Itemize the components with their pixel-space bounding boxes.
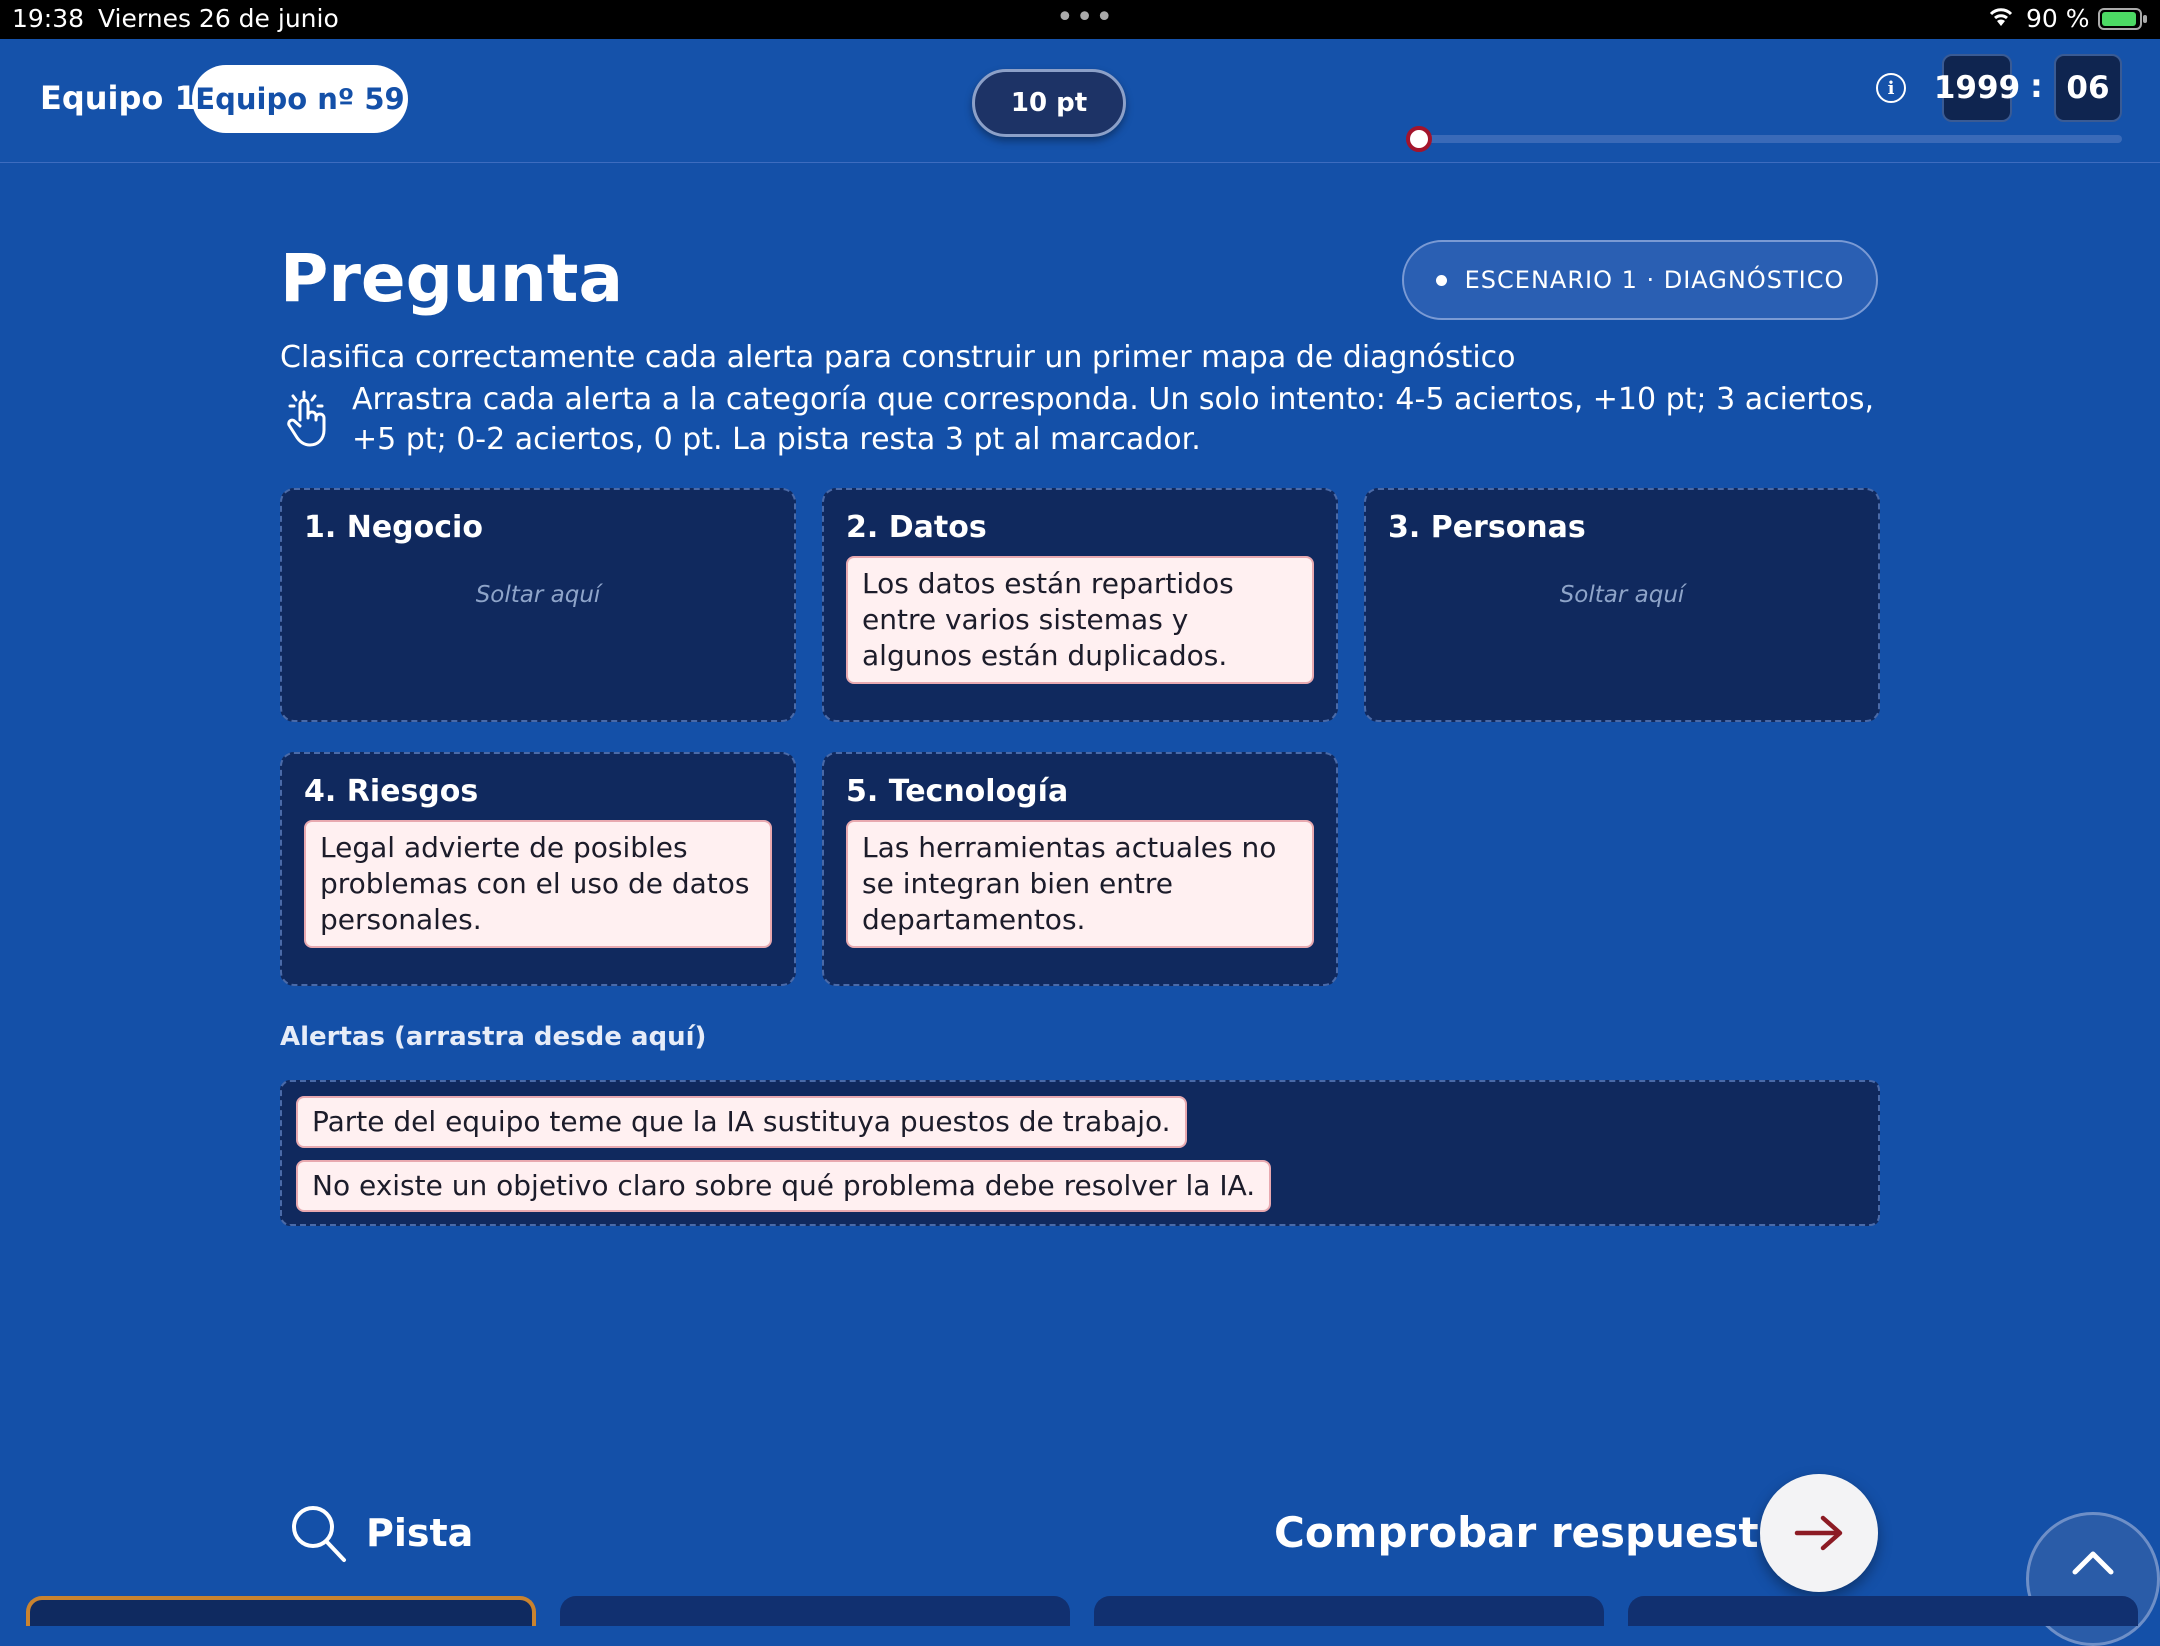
multitask-dots[interactable]: ••• [1056, 0, 1115, 35]
bottom-tab[interactable] [1094, 1596, 1604, 1626]
battery-percent: 90 % [2026, 4, 2090, 33]
drop-zone-riesgos[interactable]: 4. Riesgos Legal advierte de posibles pr… [280, 752, 796, 986]
question-subtitle: Clasifica correctamente cada alerta para… [280, 340, 1516, 375]
zone-title: 2. Datos [846, 510, 987, 545]
bottom-tab[interactable] [560, 1596, 1070, 1626]
zone-title: 4. Riesgos [304, 774, 479, 809]
drop-placeholder: Soltar aquí [475, 582, 601, 608]
progress-track [1418, 135, 2122, 143]
drop-zone-tecnologia[interactable]: 5. Tecnología Las herramientas actuales … [822, 752, 1338, 986]
scenario-badge: ESCENARIO 1 · DIAGNÓSTICO [1402, 240, 1878, 320]
battery-icon [2098, 8, 2147, 30]
top-bar: Equipo 1 Equipo nº 59 10 pt i 1999 : 06 [0, 39, 2160, 163]
status-bar: 19:38 Viernes 26 de junio ••• 90 % [0, 0, 2160, 39]
status-time: 19:38 [12, 4, 85, 33]
check-answer-button[interactable] [1760, 1474, 1878, 1592]
timer-separator: : [2030, 67, 2043, 105]
bottom-tab-strip [0, 1596, 2160, 1626]
alert-card[interactable]: No existe un objetivo claro sobre qué pr… [296, 1160, 1272, 1212]
chevron-up-icon [2072, 1551, 2114, 1575]
alert-card[interactable]: Parte del equipo teme que la IA sustituy… [296, 1096, 1187, 1148]
hint-label: Pista [366, 1511, 474, 1555]
alert-card[interactable]: Los datos están repartidos entre varios … [846, 556, 1314, 684]
team-pill: Equipo nº 59 [192, 65, 408, 133]
status-date: Viernes 26 de junio [98, 4, 339, 33]
bottom-tab[interactable] [1628, 1596, 2138, 1626]
instructions: Arrastra cada alerta a la categoría que … [352, 382, 1874, 457]
check-answer-label[interactable]: Comprobar respuesta [1274, 1508, 1787, 1557]
alerts-source-area[interactable]: Parte del equipo teme que la IA sustituy… [280, 1080, 1880, 1226]
drop-zone-personas[interactable]: 3. Personas Soltar aquí [1364, 488, 1880, 722]
zone-title: 1. Negocio [304, 510, 483, 545]
drop-placeholder: Soltar aquí [1559, 582, 1685, 608]
hint-button[interactable]: Pista [288, 1500, 488, 1566]
search-icon [292, 1506, 346, 1562]
zone-title: 3. Personas [1388, 510, 1586, 545]
team-label: Equipo 1 [40, 79, 197, 117]
hand-tap-icon [282, 390, 330, 448]
arrow-right-icon [1794, 1515, 1843, 1551]
alerts-label: Alertas (arrastra desde aquí) [280, 1022, 707, 1052]
scenario-dot-icon [1435, 274, 1447, 286]
score-pill: 10 pt [972, 69, 1126, 137]
timer-minutes: 1999 [1934, 54, 2020, 122]
zone-title: 5. Tecnología [846, 774, 1069, 809]
info-icon[interactable]: i [1876, 73, 1906, 103]
scenario-label: ESCENARIO 1 · DIAGNÓSTICO [1464, 266, 1845, 294]
alert-card[interactable]: Legal advierte de posibles problemas con… [304, 820, 772, 948]
bottom-tab-active[interactable] [26, 1596, 536, 1626]
progress-knob [1406, 126, 1432, 152]
page-title: Pregunta [280, 240, 623, 317]
timer-seconds: 06 [2054, 54, 2122, 122]
wifi-icon [1986, 4, 2016, 34]
drop-zone-negocio[interactable]: 1. Negocio Soltar aquí [280, 488, 796, 722]
alert-card[interactable]: Las herramientas actuales no se integran… [846, 820, 1314, 948]
drop-zone-datos[interactable]: 2. Datos Los datos están repartidos entr… [822, 488, 1338, 722]
